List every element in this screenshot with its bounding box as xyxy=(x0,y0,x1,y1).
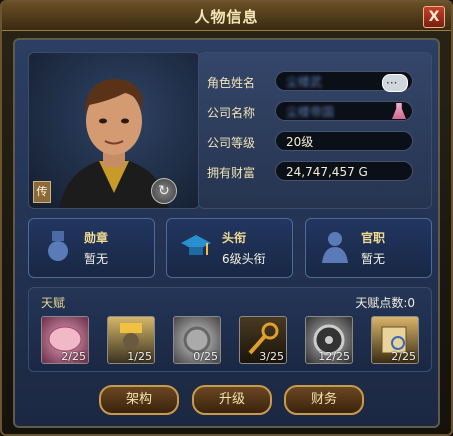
card-position[interactable]: 官职 暂无 xyxy=(305,218,432,278)
skill-count: 0/25 xyxy=(193,350,218,363)
graduation-cap-icon xyxy=(181,235,211,255)
window-title: 人物信息 xyxy=(194,8,259,26)
talent-points-label: 天赋点数: xyxy=(355,296,408,310)
medal-title: 勋章 xyxy=(84,231,109,245)
card-medal[interactable]: 勋章 暂无 xyxy=(28,218,155,278)
refresh-icon[interactable]: ↻ xyxy=(151,178,177,204)
skill-count: 2/25 xyxy=(391,350,416,363)
name-label: 角色姓名 xyxy=(207,76,256,90)
company-field: 尘楼帝国 xyxy=(275,101,413,121)
info-box: 角色姓名 尘楼武 公司名称 尘楼帝国 公司等级 20级 拥有财富 24,747, xyxy=(198,52,432,209)
skill-key[interactable]: 3/25 xyxy=(239,316,287,364)
wealth-label: 拥有财富 xyxy=(207,166,256,180)
row-name: 角色姓名 尘楼武 xyxy=(207,71,427,93)
card-title[interactable]: 头衔 6级头衔 xyxy=(166,218,293,278)
medal-value: 暂无 xyxy=(84,252,109,266)
medal-icon xyxy=(48,231,68,261)
main-panel: 传 ↻ 角色姓名 尘楼武 公司名称 尘楼帝国 公司等级 20级 xyxy=(13,38,440,428)
level-label: 公司等级 xyxy=(207,136,256,150)
title-value: 6级头衔 xyxy=(222,252,266,266)
title-bar: 人物信息 X xyxy=(2,2,451,31)
biography-tag[interactable]: 传 xyxy=(33,181,51,203)
name-field: 尘楼武 xyxy=(275,71,413,93)
talent-points-value: 0 xyxy=(407,296,415,310)
bottom-buttons: 架构 升级 财务 xyxy=(15,385,438,415)
skill-count: 3/25 xyxy=(259,350,284,363)
talent-points: 天赋点数:0 xyxy=(355,294,415,311)
skill-count: 1/25 xyxy=(127,350,152,363)
company-value: 尘楼帝国 xyxy=(286,105,335,119)
skill-count: 12/25 xyxy=(318,350,350,363)
row-level: 公司等级 20级 xyxy=(207,131,427,153)
company-label: 公司名称 xyxy=(207,106,256,120)
position-value: 暂无 xyxy=(361,252,386,266)
position-title: 官职 xyxy=(361,231,386,245)
finance-button[interactable]: 财务 xyxy=(284,385,364,415)
title-title: 头衔 xyxy=(222,231,247,245)
dress-icon[interactable] xyxy=(392,103,406,119)
talent-box: 天赋 天赋点数:0 2/25 1/25 0/25 3/25 12/25 2/25 xyxy=(28,287,432,372)
chat-icon[interactable] xyxy=(382,73,408,93)
upgrade-button[interactable]: 升级 xyxy=(192,385,272,415)
level-value: 20级 xyxy=(275,131,413,151)
honor-cards: 勋章 暂无 头衔 6级头衔 官职 暂无 xyxy=(28,218,432,278)
name-value: 尘楼武 xyxy=(286,75,323,89)
close-button[interactable]: X xyxy=(423,6,445,28)
structure-button[interactable]: 架构 xyxy=(99,385,179,415)
skill-wheel[interactable]: 12/25 xyxy=(305,316,353,364)
portrait: 传 ↻ xyxy=(28,52,200,209)
wealth-value: 24,747,457 G xyxy=(275,161,413,181)
person-icon xyxy=(322,232,348,263)
row-wealth: 拥有财富 24,747,457 G xyxy=(207,161,427,183)
character-info-window: 人物信息 X 传 ↻ 角色姓名 尘楼武 ··· 公司名称 尘楼帝国 公司等级 2… xyxy=(0,0,453,436)
skill-book[interactable]: 2/25 xyxy=(371,316,419,364)
skill-worker[interactable]: 1/25 xyxy=(107,316,155,364)
talent-title: 天赋 xyxy=(41,296,66,310)
row-company: 公司名称 尘楼帝国 xyxy=(207,101,427,123)
skill-gear[interactable]: 0/25 xyxy=(173,316,221,364)
skill-brain[interactable]: 2/25 xyxy=(41,316,89,364)
skill-count: 2/25 xyxy=(61,350,86,363)
